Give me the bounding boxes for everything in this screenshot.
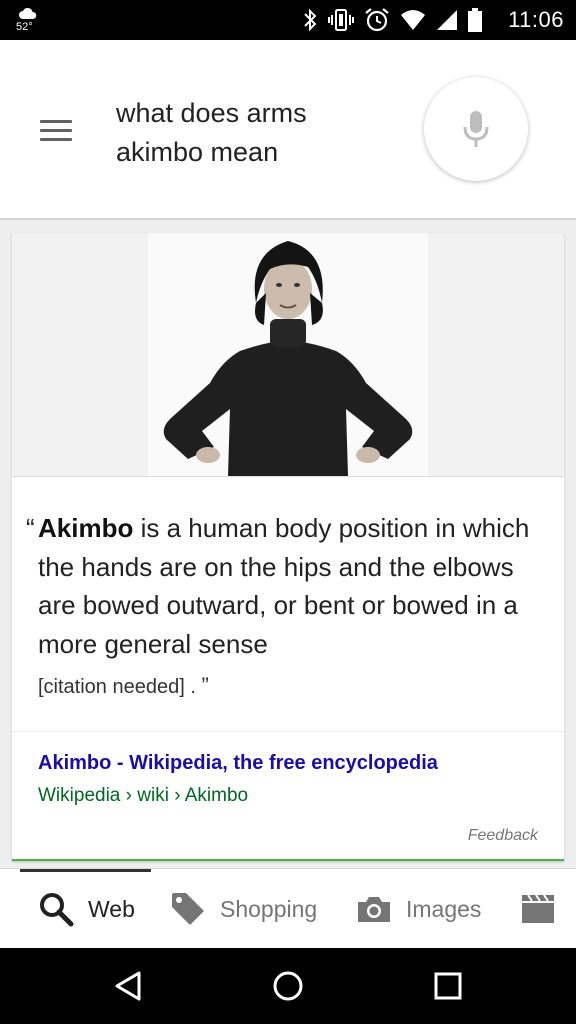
hamburger-menu-icon[interactable] [40,120,72,142]
back-button[interactable] [108,966,148,1006]
definition-block: “ Akimbo is a human body position in whi… [26,509,546,707]
source-link[interactable]: Akimbo - Wikipedia, the free encyclopedi… [12,731,564,814]
tab-web-label: Web [88,895,135,922]
close-quote: ” [201,673,209,698]
tab-images[interactable]: Images [356,869,481,949]
home-button[interactable] [268,966,308,1006]
search-query[interactable]: what does arms akimbo mean [116,94,396,172]
recents-button[interactable] [428,966,468,1006]
battery-icon [468,8,482,32]
source-title-link[interactable]: Akimbo - Wikipedia, the free encyclopedi… [38,752,438,775]
video-icon [522,894,554,923]
temperature-label: 52° [16,21,33,33]
query-line-2: akimbo mean [116,137,279,167]
tab-videos[interactable] [520,869,556,949]
voice-search-button[interactable] [424,77,528,181]
feedback-link[interactable]: Feedback [468,827,538,845]
signal-icon [437,10,457,30]
search-icon [40,893,74,927]
tab-images-label: Images [406,895,482,922]
tag-icon [172,893,204,925]
system-nav-bar [0,948,576,1024]
cloud-icon [19,7,37,20]
wifi-icon [401,10,425,30]
defined-term: Akimbo [38,513,134,543]
tab-web[interactable]: Web [38,869,135,949]
query-line-1: what does arms [116,98,307,128]
bluetooth-icon [304,8,317,32]
status-bar: 52° 11:06 [0,0,576,40]
search-tab-bar: Web Shopping Images [0,868,576,949]
source-url: Wikipedia › wiki › Akimbo [38,785,249,806]
search-header: what does arms akimbo mean [0,40,576,220]
recents-icon [434,972,462,1000]
tab-shopping[interactable]: Shopping [170,869,317,949]
status-icons [302,6,482,34]
home-icon [273,971,303,1001]
vibrate-icon [328,9,354,31]
open-quote: “ [26,513,35,543]
camera-icon [358,897,390,922]
akimbo-photo[interactable] [148,233,428,476]
microphone-icon [463,111,489,147]
back-icon [115,971,141,1001]
weather-indicator: 52° [14,6,54,36]
clock: 11:06 [508,7,564,32]
citation-label: [citation needed] [38,676,185,698]
citation-note: [citation needed] . ” [38,673,209,698]
tab-shopping-label: Shopping [220,895,318,922]
card-accent-line [12,859,564,861]
image-band [12,233,564,477]
person-arms-akimbo-image [163,241,413,476]
alarm-icon [365,8,389,32]
answer-card: “ Akimbo is a human body position in whi… [12,233,564,861]
